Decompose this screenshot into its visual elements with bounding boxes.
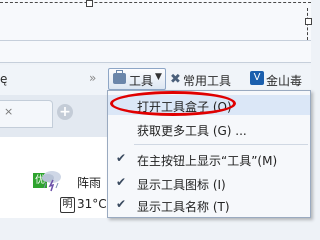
menu-item-label: 在主按钮上显示“工具”(M) xyxy=(137,154,278,168)
kingsoft-shield-icon[interactable]: V xyxy=(250,71,264,85)
menu-item-show-tool-names[interactable]: ✔ 显示工具名称 (T) xyxy=(108,195,310,215)
rain-cloud-icon xyxy=(42,171,61,192)
checkmark-icon: ✔ xyxy=(116,151,127,165)
weather-condition: 阵雨 xyxy=(77,176,102,190)
close-icon[interactable]: × xyxy=(4,105,13,118)
day-badge: 明 xyxy=(60,197,75,213)
toolbar-fragment-text: ę xyxy=(0,72,8,86)
menu-item-label: 显示工具名称 (T) xyxy=(137,200,230,214)
menu-item-label: 获取更多工具 (G) ... xyxy=(137,124,247,138)
menu-item-show-tools-on-main-button[interactable]: ✔ 在主按钮上显示“工具”(M) xyxy=(108,149,310,169)
chevron-down-icon: ▼ xyxy=(155,72,162,82)
selection-handle[interactable] xyxy=(86,0,93,7)
menu-item-label: 显示工具图标 (I) xyxy=(137,178,226,192)
common-tools-button[interactable]: 常用工具 xyxy=(183,72,231,89)
checkmark-icon: ✔ xyxy=(116,197,127,211)
browser-tab[interactable]: × xyxy=(0,100,53,128)
menu-separator xyxy=(134,144,308,145)
divider xyxy=(0,40,311,41)
new-tab-button[interactable]: + xyxy=(57,104,73,120)
menu-item-show-tool-icons[interactable]: ✔ 显示工具图标 (I) xyxy=(108,173,310,193)
selection-frame-edge xyxy=(0,2,311,3)
selection-frame xyxy=(0,0,311,7)
more-chevron-icon[interactable]: » xyxy=(89,71,96,85)
tools-button[interactable]: 工具 ▼ xyxy=(108,68,166,90)
divider xyxy=(0,62,311,63)
annotation-highlight-oval xyxy=(110,91,236,116)
toolbox-icon xyxy=(113,70,126,84)
wrench-icon[interactable]: ✖ xyxy=(170,72,181,87)
address-area xyxy=(0,0,311,62)
checkmark-icon: ✔ xyxy=(116,175,127,189)
temperature: 31°C xyxy=(77,197,107,211)
selection-handle-right[interactable] xyxy=(305,18,312,25)
menu-item-get-more-tools[interactable]: 获取更多工具 (G) ... xyxy=(108,119,310,139)
tools-button-label: 工具 xyxy=(129,74,154,88)
